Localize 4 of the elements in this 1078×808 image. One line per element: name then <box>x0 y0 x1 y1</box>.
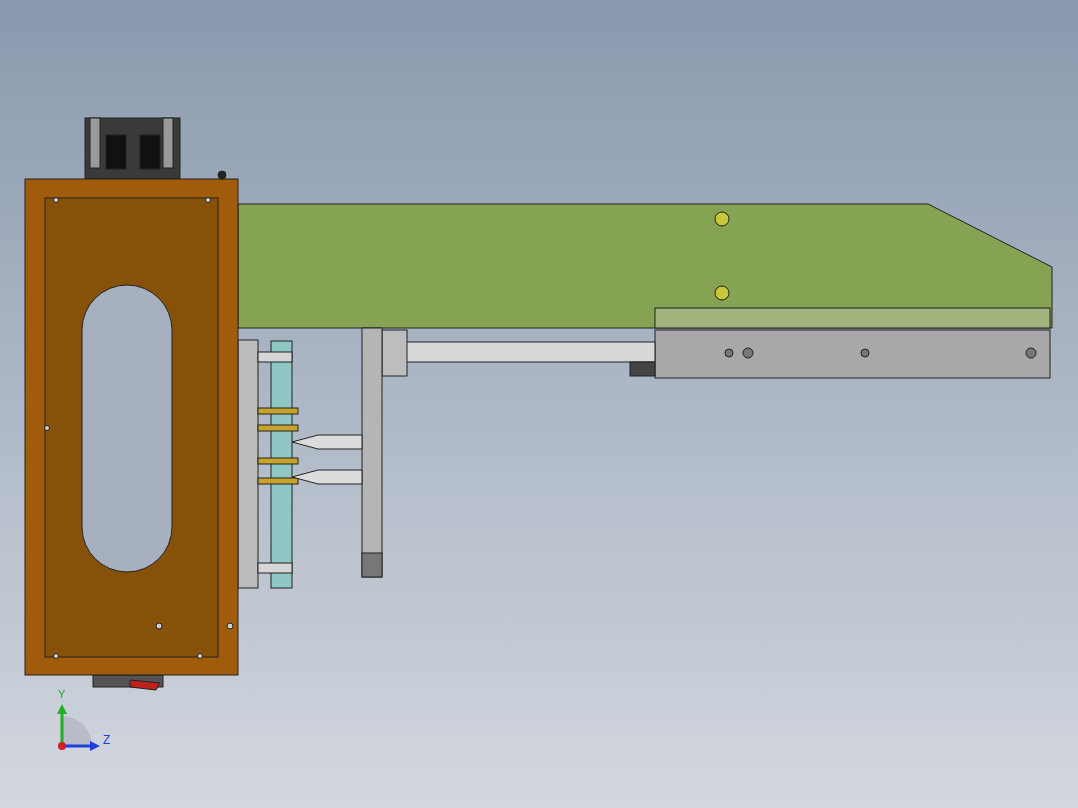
origin-icon <box>58 742 66 750</box>
axis-label: Y <box>58 688 66 700</box>
triad-plane-icon <box>62 716 92 746</box>
axis-label: Z <box>103 733 111 747</box>
